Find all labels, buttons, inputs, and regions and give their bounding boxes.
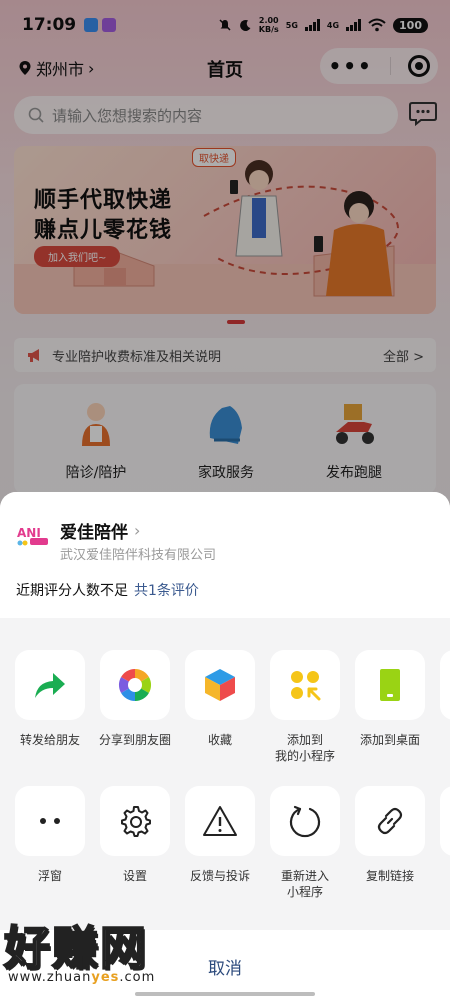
more-share-tile[interactable] [440, 650, 450, 720]
tile-label: 转发给朋友 [19, 733, 80, 747]
forward-to-friend-button[interactable]: 转发给朋友 [15, 650, 85, 748]
tile-label: 添加到桌面 [359, 733, 420, 747]
rating-text: 近期评分人数不足 [16, 583, 128, 599]
tile-label: 复制链接 [365, 869, 414, 883]
warning-icon [203, 806, 237, 836]
tile-icon-box [185, 650, 255, 720]
tile-icon-box [100, 786, 170, 856]
tile-label: 重新进入 小程序 [280, 869, 329, 899]
chevron-right-icon: › [134, 521, 141, 540]
float-window-button[interactable]: 浮窗 [15, 786, 85, 884]
miniprogram-name[interactable]: 爱佳陪伴 › [60, 518, 140, 543]
tile-icon-box [355, 650, 425, 720]
tile-icon-box [270, 786, 340, 856]
more-tool-tile[interactable] [440, 786, 450, 856]
link-icon [377, 807, 403, 835]
miniprogram-info[interactable]: ANI 爱佳陪伴 › 武汉爱佳陪伴科技有限公司 近期评分人数不足 共1条评价 [0, 492, 450, 618]
add-to-desktop-button[interactable]: 添加到桌面 [355, 650, 425, 748]
copy-link-button[interactable]: 复制链接 [355, 786, 425, 884]
reenter-miniprogram-button[interactable]: 重新进入 小程序 [270, 786, 340, 900]
rating-row: 近期评分人数不足 共1条评价 [16, 580, 199, 600]
watermark-text: 好赚网 [3, 920, 148, 976]
favorite-cube-icon [205, 669, 235, 701]
tile-icon-box [440, 650, 450, 720]
tile-label: 分享到朋友圈 [98, 733, 171, 747]
add-miniprogram-icon [291, 671, 321, 701]
share-to-moments-button[interactable]: 分享到朋友圈 [99, 650, 171, 748]
watermark-url-highlight: yes [91, 970, 120, 985]
forward-icon [35, 673, 65, 698]
tile-label: 浮窗 [37, 869, 62, 883]
tile-icon-box [270, 650, 340, 720]
tile-icon-box [15, 786, 85, 856]
watermark-url-prefix: www.zhuan [8, 970, 92, 985]
watermark-url-suffix: .com [119, 970, 156, 985]
watermark-url: www.zhuanyes.com [8, 970, 155, 985]
favorite-button[interactable]: 收藏 [185, 650, 255, 748]
reviews-link[interactable]: 共1条评价 [134, 583, 199, 599]
tile-icon-box [185, 786, 255, 856]
add-to-my-miniprogram-button[interactable]: 添加到 我的小程序 [270, 650, 340, 764]
tile-icon-box [100, 650, 170, 720]
tile-label: 添加到 我的小程序 [274, 733, 335, 763]
site-watermark: 好赚网 www.zhuanyes.com [0, 912, 200, 1000]
tile-icon-box [355, 786, 425, 856]
reload-icon [289, 805, 321, 838]
tile-label: 设置 [122, 869, 147, 883]
settings-button[interactable]: 设置 [100, 786, 170, 884]
miniprogram-title: 爱佳陪伴 [60, 523, 128, 543]
app-logo: ANI [17, 526, 48, 546]
moments-icon [118, 668, 152, 702]
feedback-complaint-button[interactable]: 反馈与投诉 [185, 786, 255, 884]
tile-label: 收藏 [207, 733, 232, 747]
tile-icon-box [440, 786, 450, 856]
company-name: 武汉爱佳陪伴科技有限公司 [60, 548, 217, 563]
tile-label: 反馈与投诉 [189, 869, 250, 883]
svg-text:ANI: ANI [17, 526, 41, 540]
gear-icon [121, 806, 151, 837]
add-desktop-icon [380, 669, 400, 701]
float-window-icon [40, 818, 60, 824]
tile-icon-box [15, 650, 85, 720]
